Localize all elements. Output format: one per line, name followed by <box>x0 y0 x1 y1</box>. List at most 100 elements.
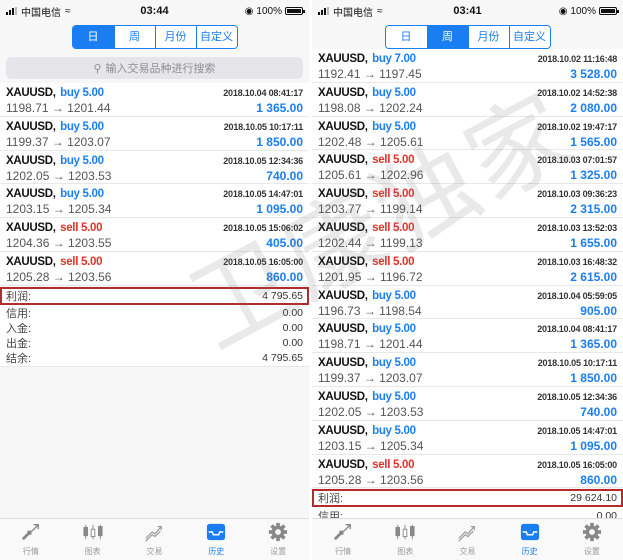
tab-settings[interactable]: 设置 <box>253 522 303 557</box>
trade-title: XAUUSD, sell 5.00 <box>6 219 102 236</box>
trade-row[interactable]: XAUUSD, sell 5.00 2018.10.03 09:36:23 1203… <box>312 184 623 218</box>
trade-list: XAUUSD, buy 5.00 2018.10.04 08:41:17 1198.… <box>0 83 309 286</box>
trade-profit: 2 080.00 <box>570 100 617 115</box>
segment-week[interactable]: 周 <box>113 26 155 48</box>
close-time: 2018.10.03 16:48:32 <box>537 256 617 267</box>
trade-direction: buy 5.00 <box>372 357 416 370</box>
trade-row[interactable]: XAUUSD, buy 5.00 2018.10.04 05:59:05 1196.… <box>312 286 623 320</box>
segment-month[interactable]: 月份 <box>467 26 509 48</box>
symbol: XAUUSD, <box>318 255 368 268</box>
close-time: 2018.10.05 12:34:36 <box>223 155 303 166</box>
search-input[interactable]: ⚲ 输入交易品种进行搜索 <box>6 57 303 79</box>
trade-title: XAUUSD, buy 5.00 <box>6 152 104 169</box>
trade-title: XAUUSD, sell 5.00 <box>318 253 414 270</box>
close-time: 2018.10.05 15:06:02 <box>223 223 303 234</box>
trade-row[interactable]: XAUUSD, sell 5.00 2018.10.03 07:01:57 1205… <box>312 150 623 185</box>
trade-row[interactable]: XAUUSD, sell 5.00 2018.10.05 16:05:00 1205… <box>312 455 623 489</box>
summary-value: 29 624.10 <box>570 492 617 505</box>
trade-direction: buy 7.00 <box>372 53 416 65</box>
orientation-lock-icon: ◉ <box>244 5 254 17</box>
summary-label: 入金: <box>6 323 32 336</box>
segment-week[interactable]: 周 <box>426 26 468 48</box>
trade-row[interactable]: XAUUSD, buy 5.00 2018.10.02 14:52:38 1198.… <box>312 83 623 117</box>
quotes-arrows-icon <box>20 522 42 544</box>
trade-row[interactable]: XAUUSD, sell 5.00 2018.10.03 16:48:32 1201… <box>312 252 623 286</box>
tab-history[interactable]: 历史 <box>191 522 241 557</box>
trade-row[interactable]: XAUUSD, sell 5.00 2018.10.05 15:06:02 1204… <box>0 218 309 252</box>
tab-label: 交易 <box>459 547 476 556</box>
trade-direction: buy 5.00 <box>372 120 416 133</box>
trade-row[interactable]: XAUUSD, buy 7.00 2018.10.02 11:16:48 1192.… <box>312 49 623 83</box>
battery-icon <box>285 7 305 15</box>
battery-percent: 100% <box>256 5 282 17</box>
tab-quotes[interactable]: 行情 <box>6 522 56 557</box>
tab-history[interactable]: 历史 <box>505 522 555 557</box>
settings-gear-icon <box>581 522 603 544</box>
trade-row[interactable]: XAUUSD, buy 5.00 2018.10.05 10:17:11 1199.… <box>0 117 309 151</box>
trade-row[interactable]: XAUUSD, buy 5.00 2018.10.05 10:17:11 1199.… <box>312 353 623 387</box>
trade-row[interactable]: XAUUSD, buy 5.00 2018.10.05 12:34:36 1202.… <box>312 387 623 421</box>
trade-direction: sell 5.00 <box>60 255 103 268</box>
trade-profit: 1 095.00 <box>256 202 303 217</box>
trade-row[interactable]: XAUUSD, sell 5.00 2018.10.03 13:52:03 1202… <box>312 218 623 252</box>
summary-label: 结余: <box>6 353 32 366</box>
trade-row[interactable]: XAUUSD, buy 5.00 2018.10.02 19:47:17 1202.… <box>312 117 623 151</box>
price-range: 1203.15 → 1205.34 <box>6 202 112 217</box>
symbol: XAUUSD, <box>318 289 368 302</box>
price-range: 1198.71 → 1201.44 <box>318 337 423 352</box>
right-screen: 中国电信 ≈ 03:41 ◉ 100% 日周月份 自定义 XAUUSD, buy … <box>312 0 623 560</box>
carrier-label: 中国电信 <box>21 7 61 19</box>
status-bar: 中国电信 ≈ 03:41 ◉ 100% <box>312 0 623 22</box>
trade-title: XAUUSD, buy 5.00 <box>318 320 416 337</box>
tab-charts[interactable]: 图表 <box>380 522 430 557</box>
candlestick-chart-icon <box>394 522 416 544</box>
trade-profit: 860.00 <box>266 269 303 284</box>
tab-quotes[interactable]: 行情 <box>318 522 368 557</box>
trade-title: XAUUSD, sell 5.00 <box>318 456 414 473</box>
trade-profit: 1 850.00 <box>256 134 303 149</box>
segment-custom[interactable]: 自定义 <box>195 26 237 48</box>
trade-direction: buy 5.00 <box>372 289 416 302</box>
segment-month[interactable]: 月份 <box>154 26 196 48</box>
tab-charts[interactable]: 图表 <box>68 522 118 557</box>
price-range: 1199.37 → 1203.07 <box>318 371 423 386</box>
trade-row[interactable]: XAUUSD, buy 5.00 2018.10.04 08:41:17 1198.… <box>312 319 623 354</box>
trade-row[interactable]: XAUUSD, buy 5.00 2018.10.05 14:47:01 1203.… <box>0 184 309 219</box>
trade-direction: sell 5.00 <box>372 458 415 471</box>
trade-row[interactable]: XAUUSD, buy 5.00 2018.10.05 12:34:36 1202.… <box>0 151 309 185</box>
symbol: XAUUSD, <box>6 188 56 201</box>
trade-profit: 905.00 <box>580 303 617 318</box>
trade-row[interactable]: XAUUSD, buy 5.00 2018.10.04 08:41:17 1198.… <box>0 83 309 117</box>
trade-row[interactable]: XAUUSD, buy 5.00 2018.10.05 14:47:01 1203.… <box>312 421 623 455</box>
trade-list: XAUUSD, buy 7.00 2018.10.02 11:16:48 1192.… <box>312 49 623 489</box>
price-range: 1204.36 → 1203.55 <box>6 236 112 251</box>
signal-icon <box>318 7 329 15</box>
trade-direction: buy 5.00 <box>60 154 104 167</box>
tab-label: 图表 <box>397 547 414 556</box>
trade-profit: 405.00 <box>266 236 303 251</box>
trade-profit: 1 325.00 <box>570 168 617 183</box>
segment-day[interactable]: 日 <box>385 26 427 48</box>
summary-row-credit: 信用: 0.00 <box>0 306 309 321</box>
symbol: XAUUSD, <box>318 154 368 167</box>
symbol: XAUUSD, <box>318 323 368 336</box>
trade-row[interactable]: XAUUSD, sell 5.00 2018.10.05 16:05:00 1205… <box>0 252 309 286</box>
price-range: 1203.15 → 1205.34 <box>318 438 424 453</box>
tab-settings[interactable]: 设置 <box>567 522 617 557</box>
tab-trade[interactable]: 交易 <box>129 522 179 557</box>
tab-label: 历史 <box>521 547 538 556</box>
close-time: 2018.10.04 08:41:17 <box>537 324 617 335</box>
segment-day[interactable]: 日 <box>72 26 114 48</box>
segment-custom[interactable]: 自定义 <box>508 26 550 48</box>
trade-profit: 1 565.00 <box>570 134 617 149</box>
tab-label: 设置 <box>270 547 287 556</box>
symbol: XAUUSD, <box>318 120 368 133</box>
trade-title: XAUUSD, sell 5.00 <box>318 151 414 168</box>
symbol: XAUUSD, <box>6 255 56 268</box>
tab-trade[interactable]: 交易 <box>442 522 492 557</box>
close-time: 2018.10.05 16:05:00 <box>537 459 617 470</box>
trade-title: XAUUSD, buy 5.00 <box>6 185 104 202</box>
symbol: XAUUSD, <box>318 424 368 437</box>
trade-trend-icon <box>456 522 478 544</box>
close-time: 2018.10.05 12:34:36 <box>537 391 617 402</box>
